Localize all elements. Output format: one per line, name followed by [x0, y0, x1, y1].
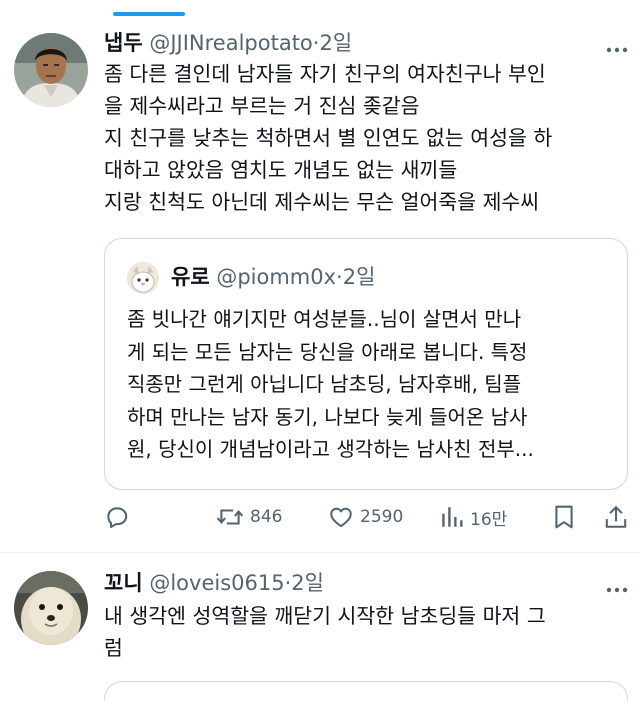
quoted-tweet-partial: [104, 681, 628, 701]
reply-icon: [104, 504, 130, 530]
quoted-header: 유로 @piomm0x·2일: [171, 262, 375, 292]
more-horizontal-icon[interactable]: [606, 578, 628, 598]
retweet-icon: [216, 504, 244, 530]
bookmark-button[interactable]: [552, 500, 576, 534]
like-button[interactable]: 2590: [328, 500, 403, 534]
user-handle[interactable]: @JJINrealpotato: [149, 31, 312, 55]
quoted-timestamp: 2일: [342, 265, 376, 289]
tweet-text: 좀 다른 결인데 남자들 자기 친구의 여자친구나 부인 을 제수씨라고 부르는…: [104, 62, 553, 214]
heart-icon: [328, 504, 354, 530]
action-bar: 846 2590 16만: [104, 500, 632, 534]
timestamp[interactable]: 2일: [319, 31, 352, 55]
tweet-1[interactable]: 냅두 @JJINrealpotato·2일 좀 다른 결인데 남자들 자기 친구…: [0, 0, 640, 552]
quoted-text: 좀 빗나간 얘기지만 여성분들..님이 살면서 만나 게 되는 모든 남자는 당…: [127, 307, 534, 461]
quoted-tweet[interactable]: 유로 @piomm0x·2일 좀 빗나간 얘기지만 여성분들..님이 살면서 만…: [104, 238, 628, 490]
like-count: 2590: [360, 507, 404, 527]
views-button[interactable]: 16만: [440, 500, 507, 534]
quoted-handle: @piomm0x: [216, 265, 337, 289]
display-name[interactable]: 꼬니: [104, 571, 143, 595]
tweet-text: 내 생각엔 성역할을 깨닫기 시작한 남초딩들 마저 그 럼: [104, 604, 546, 660]
display-name[interactable]: 냅두: [104, 31, 143, 55]
quoted-avatar: [127, 262, 159, 294]
share-icon: [604, 504, 628, 530]
retweet-count: 846: [250, 507, 283, 527]
tweet-2[interactable]: 꼬니 @loveis0615·2일 내 생각엔 성역할을 깨닫기 시작한 남초딩…: [0, 553, 640, 687]
reply-button[interactable]: [104, 500, 130, 534]
tweet-header: 냅두 @JJINrealpotato·2일: [104, 28, 352, 58]
timestamp[interactable]: 2일: [291, 571, 324, 595]
quoted-display-name: 유로: [171, 265, 210, 289]
bookmark-icon: [552, 504, 576, 530]
user-handle[interactable]: @loveis0615: [149, 571, 284, 595]
share-button[interactable]: [604, 500, 628, 534]
avatar[interactable]: [14, 33, 88, 107]
quoted-separator: ·: [336, 265, 343, 289]
more-horizontal-icon[interactable]: [606, 38, 628, 58]
views-count: 16만: [470, 509, 508, 530]
retweet-button[interactable]: 846: [216, 500, 282, 534]
avatar[interactable]: [14, 571, 88, 645]
views-icon: [440, 504, 464, 530]
tweet-header: 꼬니 @loveis0615·2일: [104, 568, 324, 598]
